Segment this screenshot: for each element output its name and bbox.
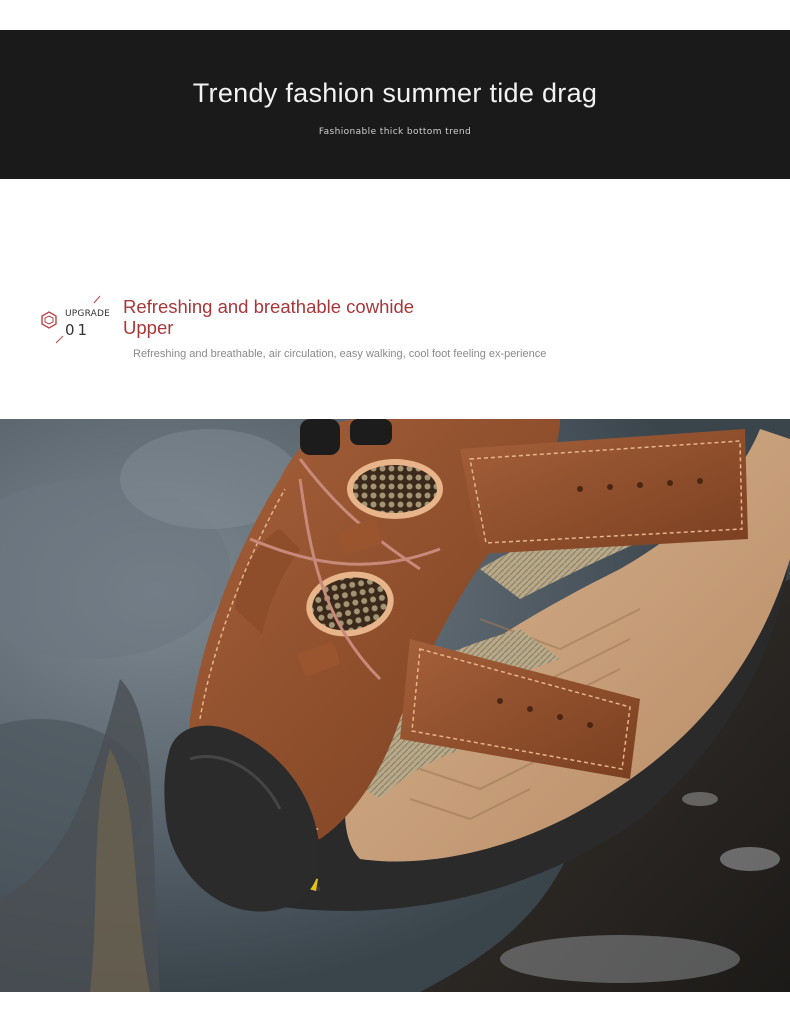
upgrade-badge: UPGRADE 01 [38,294,118,344]
banner-subtitle: Fashionable thick bottom trend [318,127,472,137]
sandal-photo [0,419,790,992]
top-margin [0,0,790,30]
bottom-margin [0,992,790,1009]
badge-label: UPGRADE [65,309,111,319]
header-banner: Trendy fashion summer tide drag Fashiona… [0,30,790,179]
feature-title: Refreshing and breathable cowhide Upper [123,296,415,338]
feature-description: Refreshing and breathable, air circulati… [133,348,547,360]
banner-title: Trendy fashion summer tide drag [192,78,598,108]
badge-number: 01 [65,321,91,339]
feature-section: UPGRADE 01 Refreshing and breathable cow… [0,180,790,418]
sandal-illustration [0,419,790,992]
